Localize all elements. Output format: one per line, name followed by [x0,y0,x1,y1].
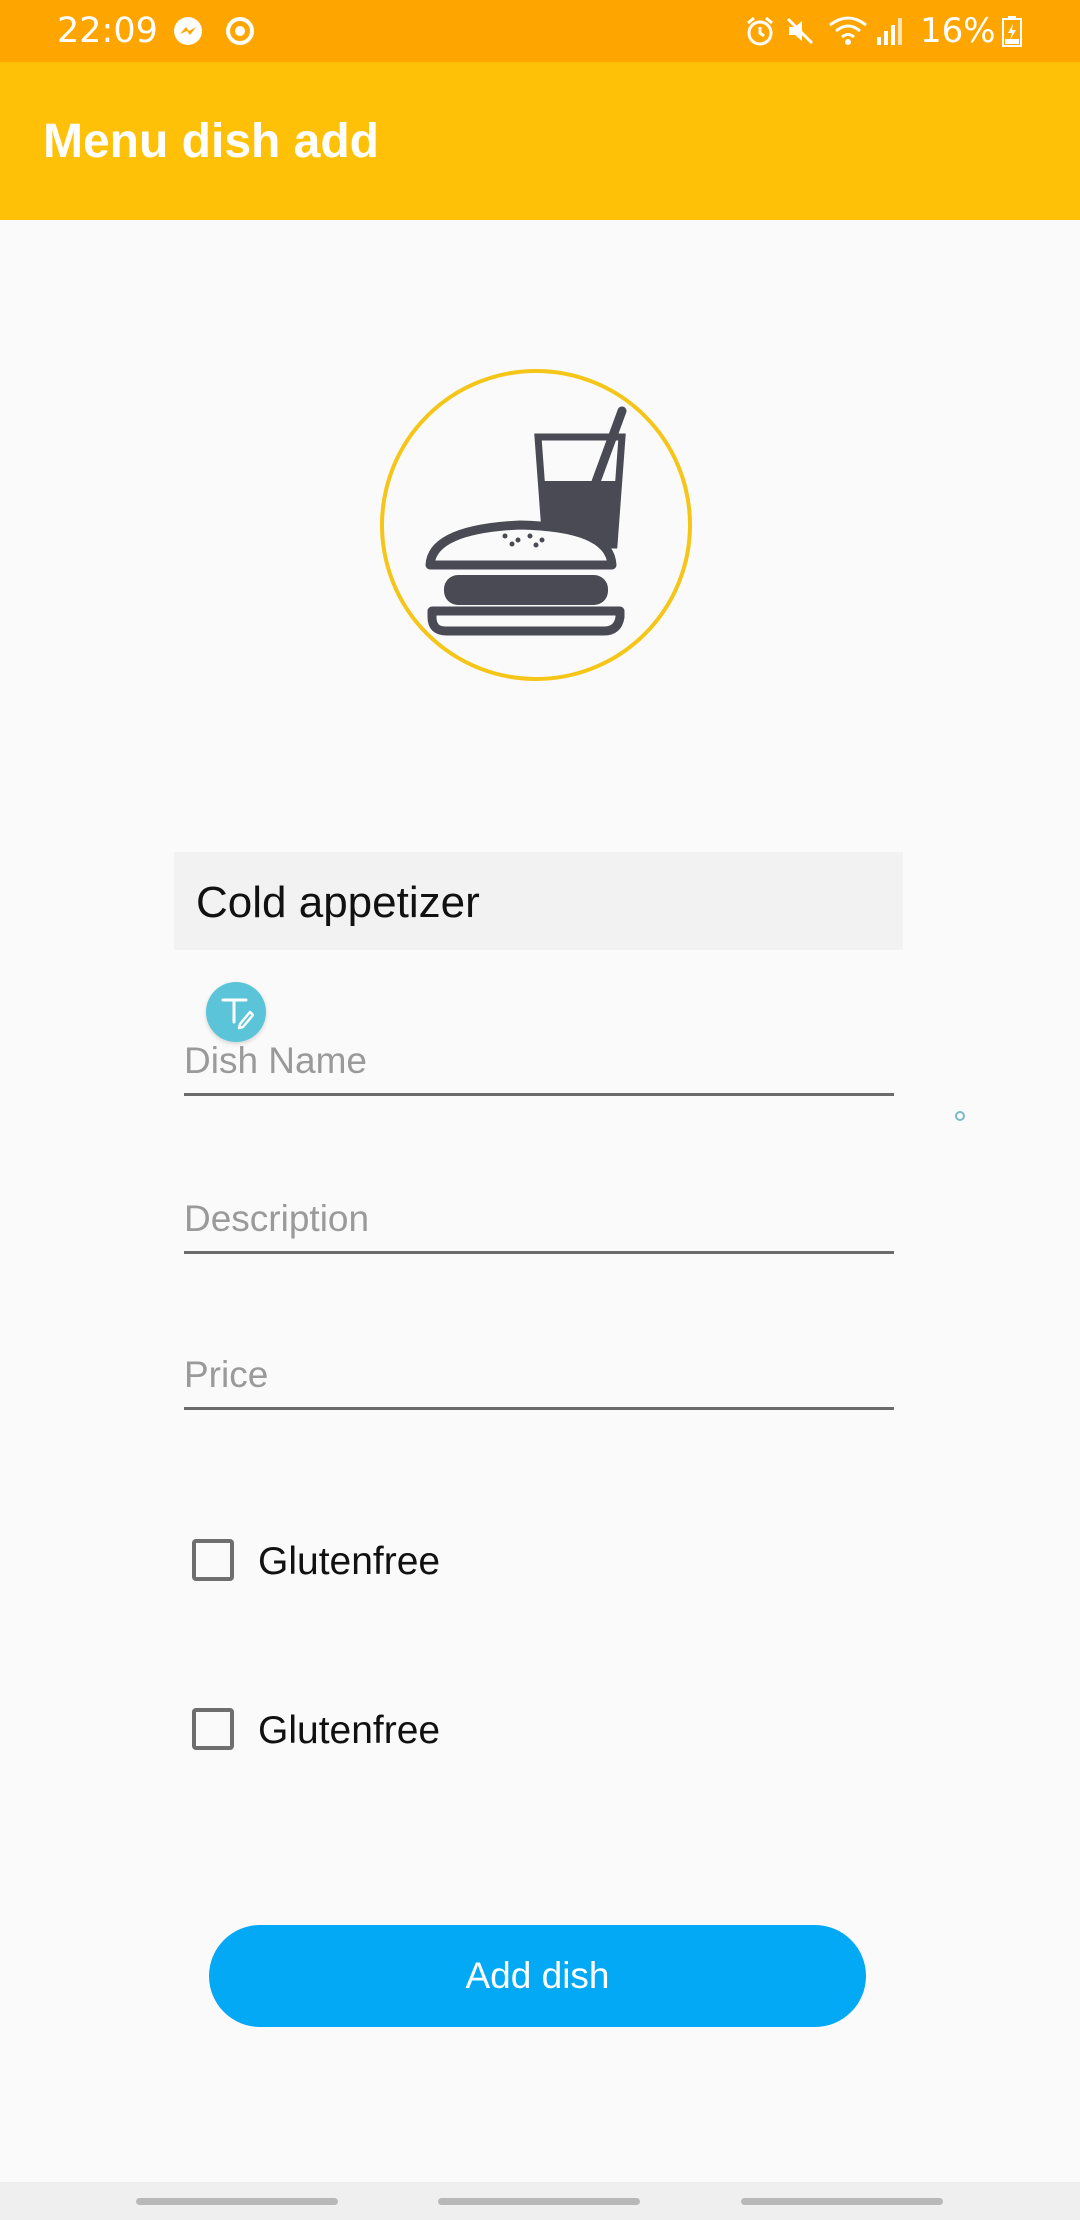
battery-icon [1000,15,1024,47]
cursor-dot [955,1111,965,1121]
app-bar: Menu dish add [0,62,1080,220]
nav-home-handle[interactable] [438,2198,640,2205]
glutenfree-checkbox-2[interactable]: Glutenfree [190,1702,690,1762]
messenger-icon [172,15,204,47]
wifi-icon [828,15,868,47]
page-title: Menu dish add [43,115,379,168]
status-bar: 22:09 16% [0,0,1080,62]
category-select[interactable]: Cold appetizer [174,852,903,950]
checkbox-box[interactable] [192,1708,234,1750]
nav-recents-handle[interactable] [136,2198,338,2205]
mute-icon [784,15,816,47]
glutenfree-checkbox-1[interactable]: Glutenfree [190,1533,690,1593]
checkbox-label: Glutenfree [258,1709,441,1752]
price-placeholder: Price [184,1354,269,1395]
dish-name-field[interactable]: Dish Name [184,1013,894,1096]
navigation-bar [0,2182,1080,2220]
dish-name-placeholder: Dish Name [184,1040,367,1081]
nav-back-handle[interactable] [741,2198,943,2205]
food-icon [380,369,692,681]
description-field[interactable]: Description [184,1171,894,1254]
checkbox-box[interactable] [192,1539,234,1581]
dish-image[interactable] [380,369,692,681]
description-placeholder: Description [184,1198,370,1239]
alarm-icon [744,15,776,47]
signal-icon [874,15,906,47]
battery-percent: 16% [920,11,996,51]
status-time: 22:09 [57,11,158,51]
price-field[interactable]: Price [184,1327,894,1410]
add-dish-button[interactable]: Add dish [209,1925,866,2027]
category-value: Cold appetizer [196,878,480,927]
checkbox-label: Glutenfree [258,1540,441,1583]
sync-icon [224,15,256,47]
